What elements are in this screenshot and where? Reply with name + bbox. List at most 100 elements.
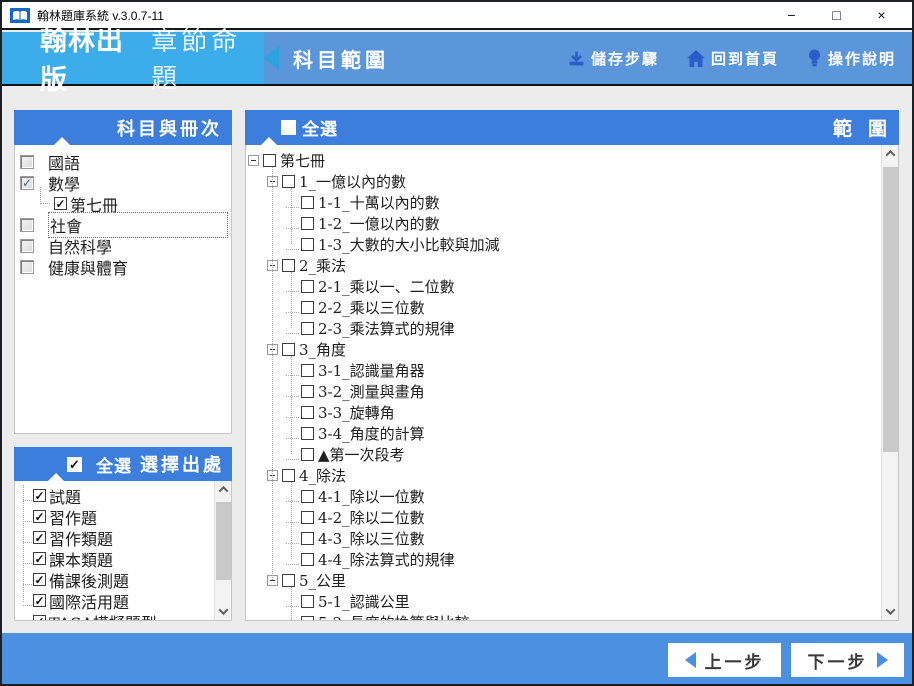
subject-item[interactable]: 社會 <box>15 211 231 238</box>
scope-scrollbar[interactable] <box>881 145 898 620</box>
tree-row[interactable]: 4-4_除法算式的規律 <box>246 549 881 570</box>
tree-row[interactable]: 3-3_旋轉角 <box>246 402 881 423</box>
source-item[interactable]: ✓TASA模擬題型 <box>15 611 214 620</box>
checkbox[interactable]: ✓ <box>33 552 46 565</box>
scope-panel-title: 範圍 <box>832 119 903 140</box>
source-select-all-checkbox[interactable]: ✓ <box>67 456 82 472</box>
checkbox[interactable]: ✓ <box>33 594 46 607</box>
tree-row[interactable]: 4-2_除以二位數 <box>246 507 881 528</box>
subject-item[interactable]: 自然科學 <box>15 235 231 257</box>
checkbox[interactable] <box>301 511 314 524</box>
checkbox[interactable]: ✓ <box>33 615 46 620</box>
tree-row[interactable]: 1_一億以內的數 <box>246 171 881 192</box>
checkbox[interactable] <box>20 154 34 169</box>
tree-row[interactable]: 3_角度 <box>246 339 881 360</box>
scroll-up-icon[interactable] <box>882 145 898 162</box>
source-item[interactable]: ✓ 試題 <box>15 485 214 507</box>
collapse-icon[interactable] <box>248 155 259 166</box>
checkbox[interactable] <box>282 175 295 188</box>
source-item[interactable]: ✓ 國際活用題 <box>15 590 214 612</box>
checkbox[interactable] <box>301 322 314 335</box>
action-help[interactable]: 操作說明 <box>807 48 896 69</box>
tree-row[interactable]: 5-1_認識公里 <box>246 591 881 612</box>
checkbox[interactable]: ✓ <box>33 489 46 502</box>
tree-label: 5-1_認識公里 <box>318 593 410 611</box>
subject-item[interactable]: 國語 <box>15 151 231 173</box>
tree-row[interactable]: 4_除法 <box>246 465 881 486</box>
checkbox[interactable] <box>301 364 314 377</box>
minimize-button[interactable]: − <box>769 2 814 28</box>
tree-row[interactable]: 4-3_除以三位數 <box>246 528 881 549</box>
tree-connector <box>286 281 299 292</box>
tree-label: 3-4_角度的計算 <box>318 425 425 443</box>
checkbox[interactable] <box>301 196 314 209</box>
checkbox[interactable] <box>20 259 34 274</box>
source-item[interactable]: ✓ 習作類題 <box>15 527 214 549</box>
tree-label: 2-3_乘法算式的規律 <box>318 320 455 338</box>
checkbox[interactable] <box>282 259 295 272</box>
checkbox[interactable] <box>301 595 314 608</box>
checkbox[interactable] <box>301 280 314 293</box>
checkbox[interactable] <box>20 217 34 232</box>
source-scrollbar[interactable] <box>214 481 231 620</box>
checkbox[interactable] <box>301 238 314 251</box>
tree-row[interactable]: 1-1_十萬以內的數 <box>246 192 881 213</box>
tree-row[interactable]: 2-2_乘以三位數 <box>246 297 881 318</box>
checkbox[interactable] <box>282 343 295 356</box>
scroll-down-icon[interactable] <box>882 603 898 620</box>
checkbox[interactable] <box>20 238 34 253</box>
tree-row[interactable]: 1-2_一億以內的數 <box>246 213 881 234</box>
tree-row[interactable]: 5_公里 <box>246 570 881 591</box>
action-save-steps[interactable]: 儲存步驟 <box>568 48 659 69</box>
next-step-button[interactable]: 下一步 <box>791 643 904 677</box>
checkbox[interactable] <box>282 469 295 482</box>
checkbox[interactable] <box>301 616 314 620</box>
checkbox[interactable] <box>301 553 314 566</box>
source-select-all-label: 全選 <box>96 456 132 476</box>
subjects-panel-title: 科目與冊次 <box>117 118 222 139</box>
tree-row[interactable]: 3-1_認識量角器 <box>246 360 881 381</box>
arrow-left-icon <box>684 652 696 668</box>
checkbox[interactable] <box>301 532 314 545</box>
source-item[interactable]: ✓ 習作題 <box>15 506 214 528</box>
action-home[interactable]: 回到首頁 <box>686 48 779 69</box>
checkbox[interactable]: ✓ <box>54 197 67 210</box>
checkbox[interactable] <box>282 574 295 587</box>
checkbox[interactable]: ✓ <box>33 573 46 586</box>
close-button[interactable]: × <box>859 2 904 28</box>
checkbox[interactable]: ✓ <box>20 175 34 190</box>
checkbox[interactable]: ✓ <box>33 531 46 544</box>
scrollbar-thumb[interactable] <box>883 167 898 452</box>
tree-row[interactable]: 3-2_測量與畫角 <box>246 381 881 402</box>
tree-row[interactable]: 2-3_乘法算式的規律 <box>246 318 881 339</box>
tree-row[interactable]: 3-4_角度的計算 <box>246 423 881 444</box>
checkbox[interactable] <box>301 217 314 230</box>
checkbox[interactable] <box>301 385 314 398</box>
tree-connector <box>286 365 299 376</box>
tree-connector <box>286 449 299 460</box>
subject-item[interactable]: 健康與體育 <box>15 256 231 278</box>
checkbox[interactable] <box>301 406 314 419</box>
tree-row[interactable]: 2_乘法 <box>246 255 881 276</box>
scroll-down-icon[interactable] <box>215 603 231 620</box>
tree-row[interactable]: 第七冊 <box>246 150 881 171</box>
checkbox[interactable]: ✓ <box>33 510 46 523</box>
tree-connector <box>286 323 299 334</box>
tree-row[interactable]: 4-1_除以一位數 <box>246 486 881 507</box>
scrollbar-thumb[interactable] <box>216 502 231 580</box>
scroll-up-icon[interactable] <box>215 481 231 498</box>
tree-row[interactable]: 2-1_乘以一、二位數 <box>246 276 881 297</box>
tree-row[interactable]: 1-3_大數的大小比較與加減 <box>246 234 881 255</box>
previous-step-button[interactable]: 上一步 <box>668 643 781 677</box>
checkbox[interactable] <box>301 448 314 461</box>
checkbox[interactable] <box>263 154 276 167</box>
maximize-button[interactable]: □ <box>814 2 859 28</box>
tree-row[interactable]: ▲第一次段考 <box>246 444 881 465</box>
checkbox[interactable] <box>301 301 314 314</box>
scope-select-all-checkbox[interactable] <box>281 120 296 135</box>
source-item[interactable]: ✓ 課本類題 <box>15 548 214 570</box>
source-item[interactable]: ✓ 備課後測題 <box>15 569 214 591</box>
checkbox[interactable] <box>301 490 314 503</box>
tree-row[interactable]: 5-2_長度的換算與比較 <box>246 612 881 620</box>
checkbox[interactable] <box>301 427 314 440</box>
